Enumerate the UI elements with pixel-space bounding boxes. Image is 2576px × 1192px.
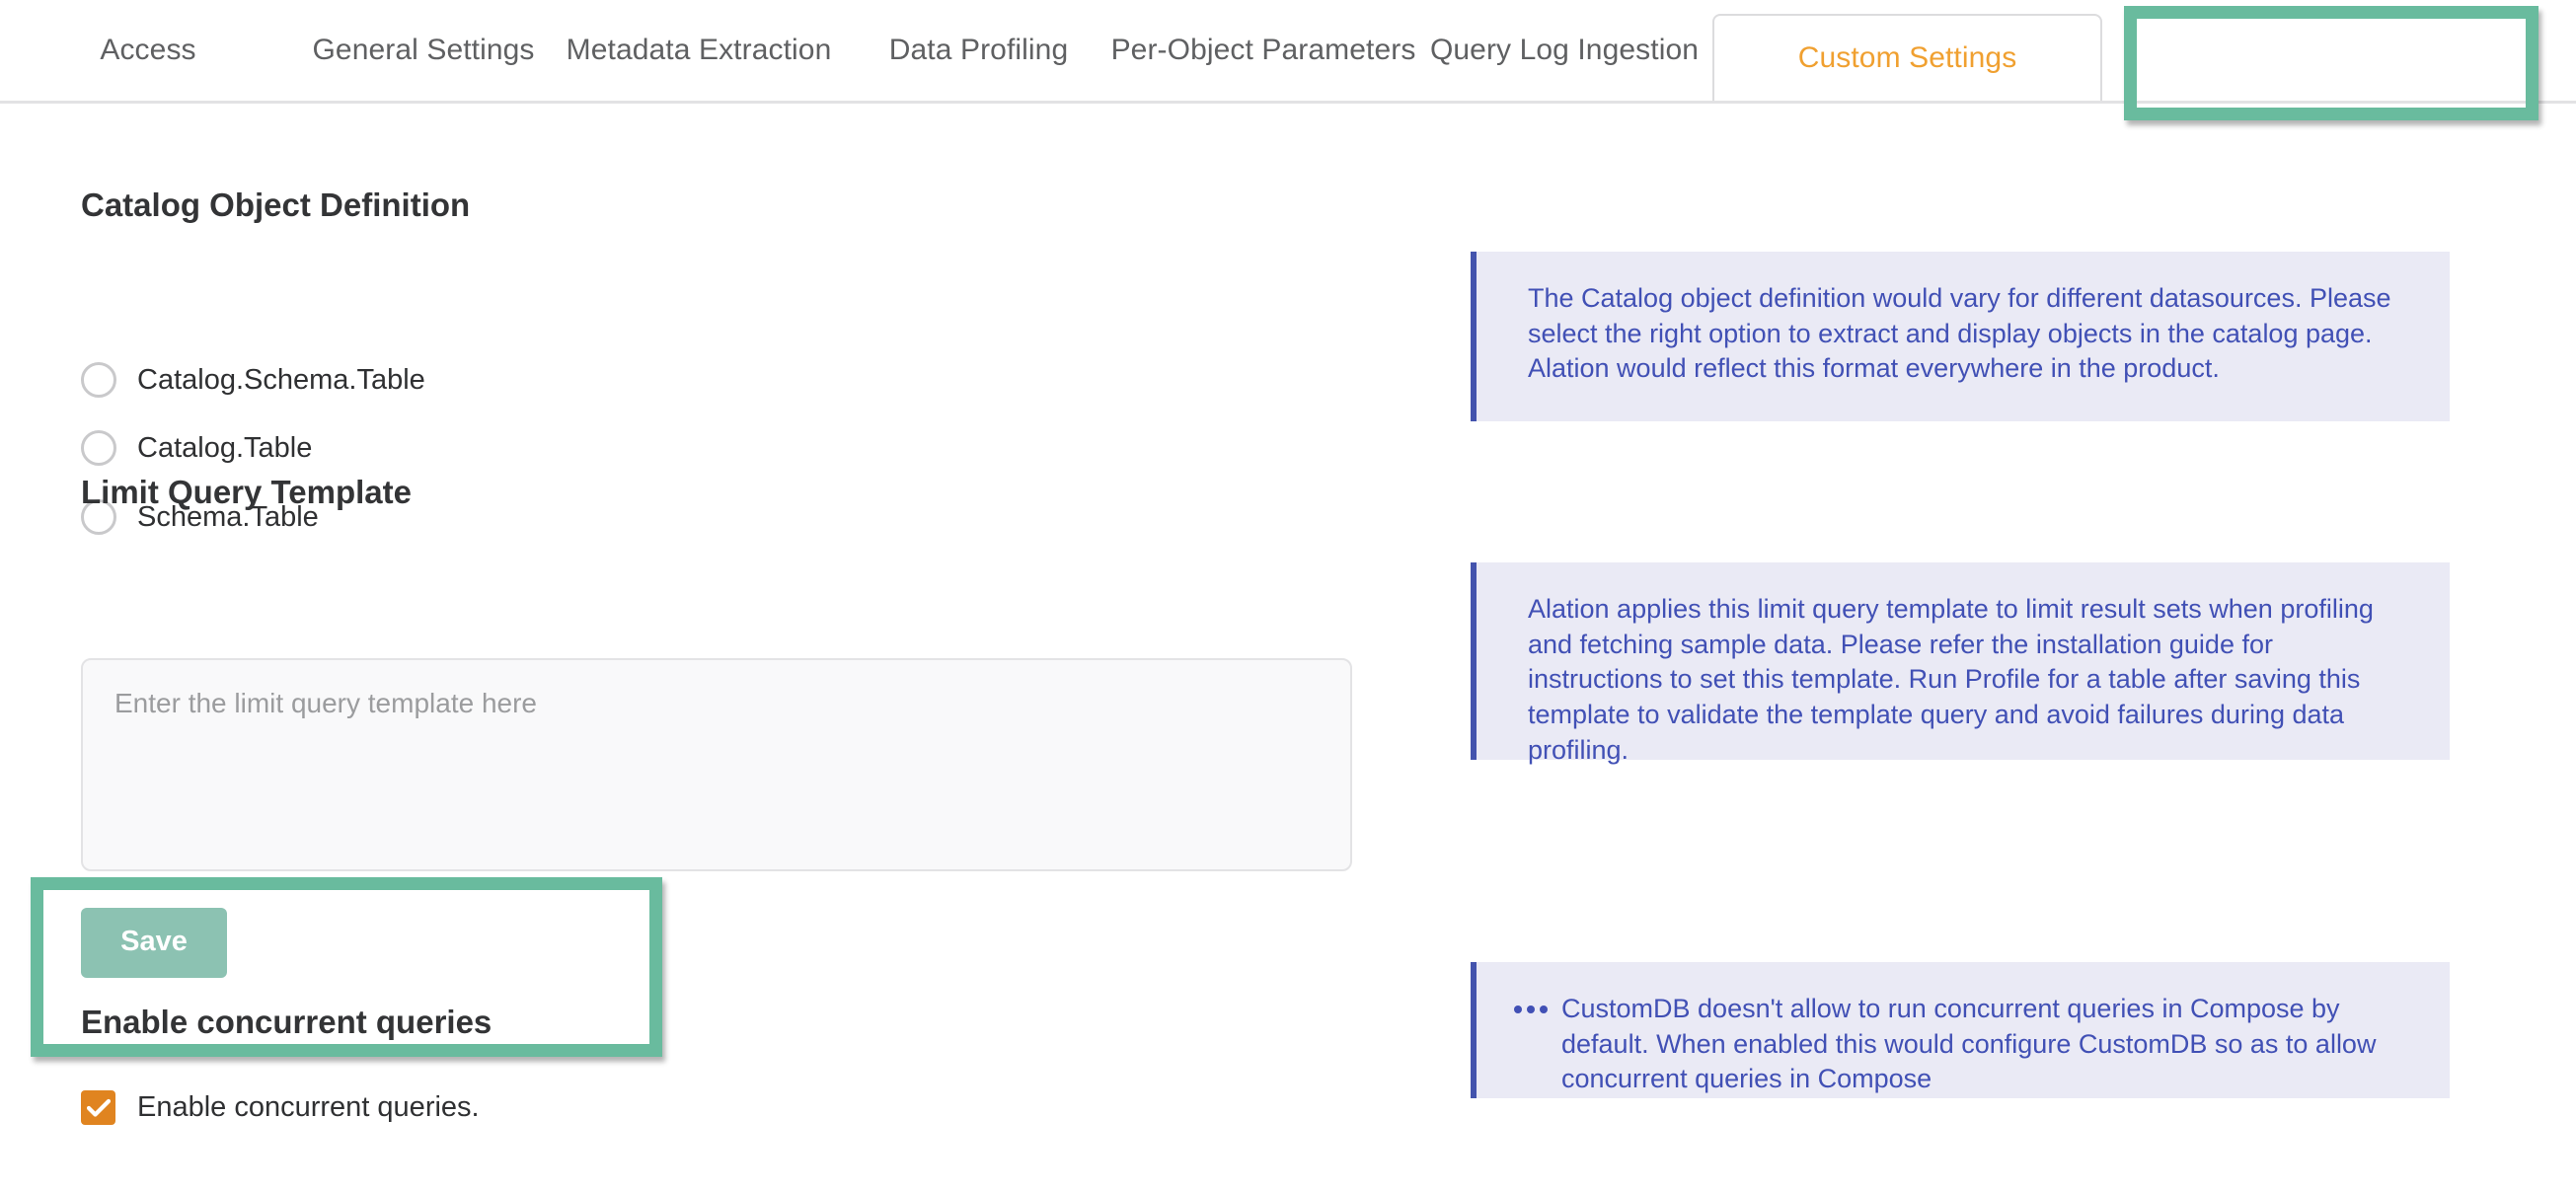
radio-option-catalog-schema-table[interactable]: Catalog.Schema.Table xyxy=(81,362,425,398)
tab-custom-settings[interactable]: Custom Settings xyxy=(1712,14,2102,101)
settings-tab-bar: Access General Settings Metadata Extract… xyxy=(0,0,2576,104)
radio-icon[interactable] xyxy=(81,362,116,398)
info-panel-text: CustomDB doesn't allow to run concurrent… xyxy=(1561,994,2377,1094)
info-panel-text: The Catalog object definition would vary… xyxy=(1528,283,2391,384)
tab-metadata-extraction[interactable]: Metadata Extraction xyxy=(551,0,847,101)
info-panel-limit-query-template: Alation applies this limit query templat… xyxy=(1471,562,2450,765)
tab-access[interactable]: Access xyxy=(0,0,296,101)
tab-per-object-parameters[interactable]: Per-Object Parameters xyxy=(1110,0,1416,101)
radio-option-label: Catalog.Table xyxy=(137,431,313,464)
radio-option-label: Catalog.Schema.Table xyxy=(137,363,425,396)
enable-concurrent-queries-checkbox-row[interactable]: Enable concurrent queries. xyxy=(81,1090,480,1125)
bullet-dots-icon xyxy=(1514,1006,1548,1013)
custom-settings-page: Access General Settings Metadata Extract… xyxy=(0,0,2576,1192)
info-panel-catalog-object-definition: The Catalog object definition would vary… xyxy=(1471,252,2450,421)
radio-icon[interactable] xyxy=(81,430,116,466)
catalog-object-definition-heading: Catalog Object Definition xyxy=(81,186,471,223)
info-panel-text-wrapper: CustomDB doesn't allow to run concurrent… xyxy=(1514,992,2410,1097)
checkbox-checked-icon[interactable] xyxy=(81,1090,115,1125)
checkbox-label: Enable concurrent queries. xyxy=(137,1091,480,1123)
limit-query-template-input[interactable]: Enter the limit query template here xyxy=(81,658,1352,871)
tab-general-settings[interactable]: General Settings xyxy=(296,0,551,101)
limit-query-template-heading: Limit Query Template xyxy=(81,474,412,510)
tab-data-profiling[interactable]: Data Profiling xyxy=(847,0,1110,101)
radio-option-catalog-table[interactable]: Catalog.Table xyxy=(81,430,312,466)
save-button[interactable]: Save xyxy=(81,908,227,978)
info-panel-text: Alation applies this limit query templat… xyxy=(1528,594,2374,765)
info-panel-concurrent-queries: CustomDB doesn't allow to run concurrent… xyxy=(1471,962,2450,1098)
tab-strip: Access General Settings Metadata Extract… xyxy=(0,0,2102,101)
limit-query-template-placeholder: Enter the limit query template here xyxy=(114,688,537,718)
tab-query-log-ingestion[interactable]: Query Log Ingestion xyxy=(1416,0,1712,101)
enable-concurrent-queries-heading: Enable concurrent queries xyxy=(81,1004,492,1040)
